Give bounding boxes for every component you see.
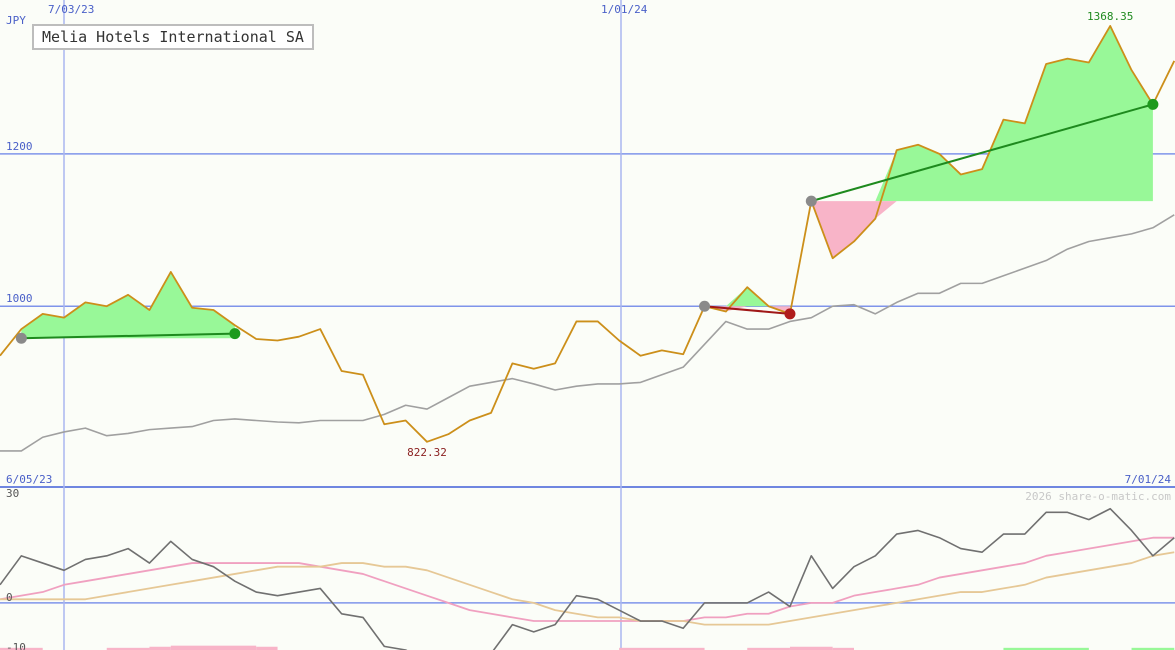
price-line [0, 24, 1175, 443]
chart-title: Melia Hotels International SA [32, 24, 314, 50]
trade-entry-marker [805, 195, 817, 207]
price-y-tick-label: 1200 [6, 140, 33, 153]
price-y-tick-label: 1000 [6, 292, 33, 305]
oscillator-line [0, 507, 1175, 650]
chart-stage: 1000 1200 30 0 -10 7/03/23 1/01/24 6/05/23 7/01/… [0, 0, 1175, 650]
price-axis-unit: JPY [6, 14, 26, 27]
oscillator-fast-average-line [0, 536, 1175, 622]
top-date-label: 1/01/24 [601, 3, 648, 16]
bottom-date-label: 6/05/23 [6, 473, 52, 486]
trade-gain-area [704, 287, 790, 307]
oscillator-y-tick-label: 30 [6, 487, 19, 500]
trade-entry-marker [15, 332, 27, 344]
top-date-label: 7/03/23 [48, 3, 94, 16]
trade-loss-area [811, 201, 1153, 259]
oscillator-slow-average-line [0, 551, 1175, 626]
trade-exit-marker [784, 308, 796, 320]
watermark: 2026 share-o-matic.com [1025, 490, 1171, 503]
trade-exit-marker [1147, 98, 1159, 110]
trade-gain-area [21, 271, 235, 339]
low-value-label: 822.32 [407, 446, 447, 459]
bottom-date-label: 7/01/24 [1125, 473, 1172, 486]
high-value-label: 1368.35 [1087, 10, 1133, 23]
trade-gain-area [811, 25, 1153, 202]
trade-fills [0, 25, 1175, 650]
trade-entry-marker [699, 300, 711, 312]
oscillator-y-tick-label: 0 [6, 591, 13, 604]
price-chart: 1000 1200 30 0 -10 7/03/23 1/01/24 6/05/23 7/01/… [0, 0, 1175, 650]
trade-exit-marker [229, 328, 241, 340]
oscillator-histogram-bar [170, 645, 257, 650]
oscillator-y-tick-label: -10 [6, 641, 26, 650]
